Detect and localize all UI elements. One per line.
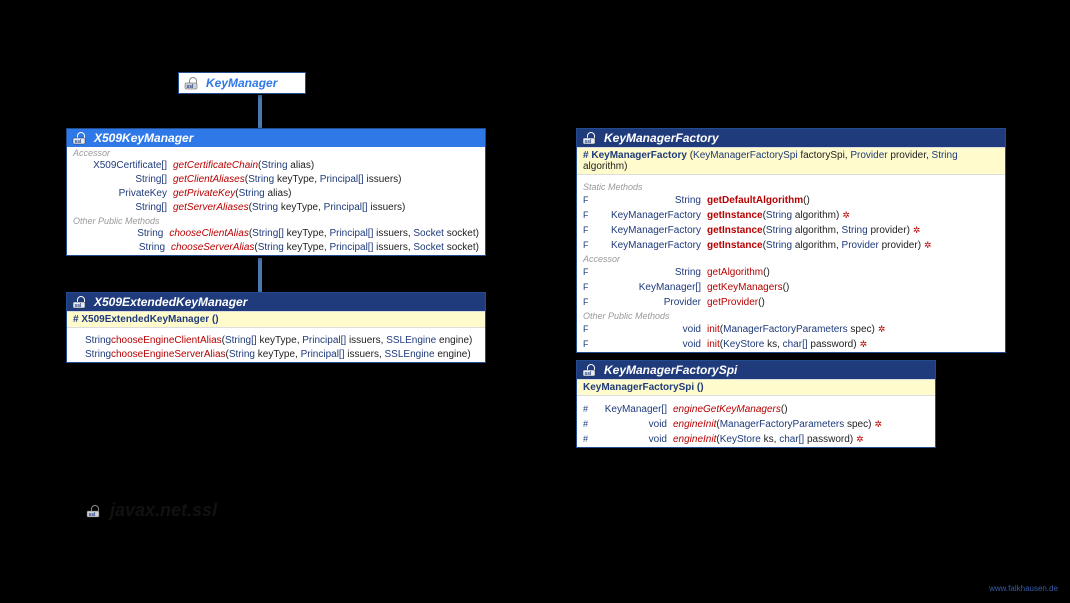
connector bbox=[258, 95, 262, 130]
class-keymanagerfactory: ssl KeyManagerFactory # KeyManagerFactor… bbox=[576, 128, 1006, 353]
method-row: FKeyManager[]getKeyManagers () bbox=[577, 280, 1005, 295]
class-header: ssl KeyManagerFactory bbox=[577, 129, 1005, 147]
method-row: X509Certificate[]getCertificateChain (St… bbox=[67, 159, 485, 173]
constructor-row: KeyManagerFactorySpi () bbox=[577, 379, 935, 396]
method-row: FProvidergetProvider () bbox=[577, 295, 1005, 310]
package-label: ssl javax.net.ssl bbox=[86, 500, 217, 521]
method-row: FStringgetAlgorithm () bbox=[577, 265, 1005, 280]
constructor-row: # X509ExtendedKeyManager () bbox=[67, 311, 485, 328]
ssl-icon: ssl bbox=[582, 363, 600, 377]
svg-text:ssl: ssl bbox=[75, 303, 83, 309]
method-row: FKeyManagerFactorygetInstance (String al… bbox=[577, 238, 1005, 253]
method-row: #KeyManager[]engineGetKeyManagers () bbox=[577, 402, 935, 417]
class-title: KeyManager bbox=[206, 76, 277, 90]
method-row: #voidengineInit (ManagerFactoryParameter… bbox=[577, 417, 935, 432]
class-title: KeyManagerFactorySpi bbox=[604, 363, 737, 377]
method-row: #voidengineInit (KeyStore ks, char[] pas… bbox=[577, 432, 935, 447]
section-other: Other Public Methods bbox=[67, 215, 485, 227]
method-row: StringchooseClientAlias (String[] keyTyp… bbox=[67, 227, 485, 241]
svg-text:ssl: ssl bbox=[89, 512, 97, 518]
ssl-icon: ssl bbox=[582, 131, 600, 145]
class-header: ssl X509ExtendedKeyManager bbox=[67, 293, 485, 311]
svg-text:ssl: ssl bbox=[585, 371, 593, 377]
svg-text:ssl: ssl bbox=[585, 139, 593, 145]
constructor-row: # KeyManagerFactory (KeyManagerFactorySp… bbox=[577, 147, 1005, 175]
class-keymanagerfactoryspi: ssl KeyManagerFactorySpi KeyManagerFacto… bbox=[576, 360, 936, 448]
class-title: X509KeyManager bbox=[94, 131, 193, 145]
section-accessor: Accessor bbox=[67, 147, 485, 159]
credit-link[interactable]: www.falkhausen.de bbox=[989, 584, 1058, 593]
ssl-icon: ssl bbox=[72, 131, 90, 145]
method-row: StringchooseEngineServerAlias (String ke… bbox=[67, 348, 485, 362]
svg-text:ssl: ssl bbox=[187, 84, 195, 90]
uml-diagram: ssl KeyManager ssl X509KeyManager Access… bbox=[0, 0, 1070, 603]
class-keymanager: ssl KeyManager bbox=[178, 72, 306, 94]
class-x509keymanager: ssl X509KeyManager Accessor X509Certific… bbox=[66, 128, 486, 256]
package-name: javax.net.ssl bbox=[110, 500, 217, 521]
ssl-icon: ssl bbox=[86, 504, 104, 518]
class-title: KeyManagerFactory bbox=[604, 131, 719, 145]
method-row: String[]getServerAliases (String keyType… bbox=[67, 201, 485, 215]
ssl-icon: ssl bbox=[72, 295, 90, 309]
ssl-icon: ssl bbox=[184, 76, 202, 90]
method-row: Fvoidinit (ManagerFactoryParameters spec… bbox=[577, 322, 1005, 337]
method-row: FKeyManagerFactorygetInstance (String al… bbox=[577, 223, 1005, 238]
svg-text:ssl: ssl bbox=[75, 139, 83, 145]
method-row: Fvoidinit (KeyStore ks, char[] password)… bbox=[577, 337, 1005, 352]
class-title: X509ExtendedKeyManager bbox=[94, 295, 247, 309]
method-row: PrivateKeygetPrivateKey (String alias) bbox=[67, 187, 485, 201]
class-header: ssl KeyManager bbox=[179, 73, 305, 93]
class-header: ssl X509KeyManager bbox=[67, 129, 485, 147]
method-row: FKeyManagerFactorygetInstance (String al… bbox=[577, 208, 1005, 223]
connector bbox=[258, 258, 262, 294]
section-other: Other Public Methods bbox=[577, 310, 1005, 322]
class-x509extendedkeymanager: ssl X509ExtendedKeyManager # X509Extende… bbox=[66, 292, 486, 363]
method-row: StringchooseEngineClientAlias (String[] … bbox=[67, 334, 485, 348]
section-accessor: Accessor bbox=[577, 253, 1005, 265]
method-row: String[]getClientAliases (String keyType… bbox=[67, 173, 485, 187]
section-static: Static Methods bbox=[577, 181, 1005, 193]
method-row: FStringgetDefaultAlgorithm () bbox=[577, 193, 1005, 208]
method-row: StringchooseServerAlias (String keyType,… bbox=[67, 241, 485, 255]
class-header: ssl KeyManagerFactorySpi bbox=[577, 361, 935, 379]
